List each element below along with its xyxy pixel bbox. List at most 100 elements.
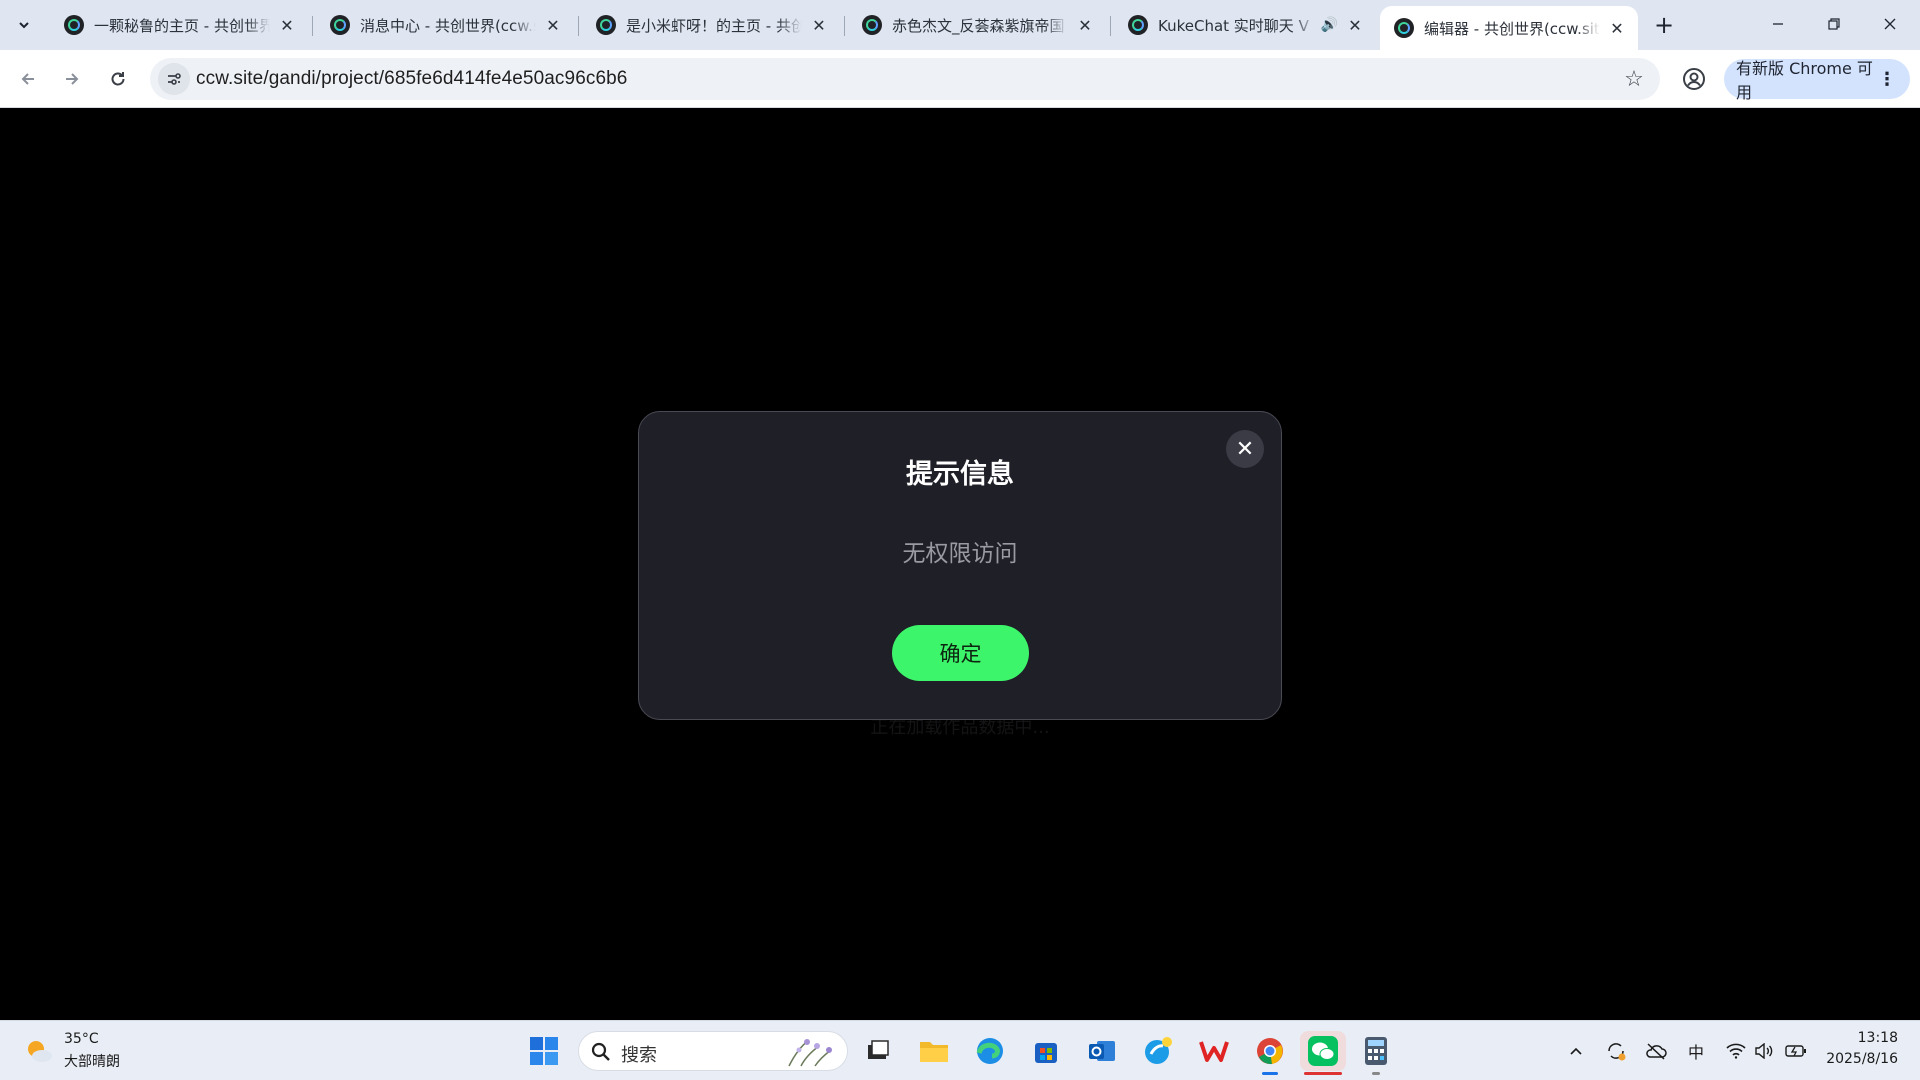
start-button[interactable] <box>524 1031 564 1071</box>
ccw-favicon-icon <box>1128 15 1148 35</box>
plus-icon: + <box>1653 11 1675 39</box>
chrome-update-button[interactable]: 有新版 Chrome 可用 ⋮ <box>1724 59 1910 102</box>
folder-icon <box>920 1042 948 1062</box>
search-label: 搜索 <box>621 1045 657 1066</box>
ime-indicator[interactable]: 中 <box>1682 1037 1710 1065</box>
alert-dialog: 提示信息 ✕ 无权限访问 确定 <box>638 411 1282 720</box>
outlook-button[interactable] <box>1082 1031 1122 1071</box>
battery-charging-icon <box>1785 1045 1806 1057</box>
tab-title: 是小米虾呀！的主页 - 共创世界 <box>626 14 802 36</box>
close-window-button[interactable] <box>1862 0 1918 48</box>
sync-icon <box>1608 1043 1626 1061</box>
weather-description: 大部晴朗 <box>64 1054 120 1070</box>
tab-separator <box>578 16 579 36</box>
clock-date[interactable]: 2025/8/16 <box>1826 1051 1898 1067</box>
close-icon: ✕ <box>1235 436 1255 462</box>
running-indicator <box>1372 1072 1380 1075</box>
ccw-favicon-icon <box>596 15 616 35</box>
browser-tab-active[interactable]: 编辑器 - 共创世界(ccw.site) ✕ <box>1380 6 1638 50</box>
tab-search-button[interactable] <box>8 9 40 41</box>
browser-tab[interactable]: KukeChat 实时聊天 V 🔊 ✕ <box>1114 8 1376 42</box>
close-icon[interactable]: ✕ <box>1606 17 1628 39</box>
calculator-button[interactable] <box>1356 1031 1396 1075</box>
tab-title: 消息中心 - 共创世界(ccw.site) <box>360 14 536 36</box>
tab-title: 编辑器 - 共创世界(ccw.site) <box>1424 17 1600 39</box>
outlook-icon <box>1089 1041 1115 1061</box>
task-view-icon <box>868 1040 889 1059</box>
sync-tray-button[interactable] <box>1602 1037 1630 1065</box>
taskbar-search[interactable]: 搜索 <box>578 1031 848 1071</box>
ccw-favicon-icon <box>1394 18 1414 38</box>
page-content: 正在加载作品数据中... 提示信息 ✕ 无权限访问 确定 <box>0 109 1920 1020</box>
site-info-button[interactable] <box>158 63 190 95</box>
wps-button[interactable] <box>1194 1031 1234 1071</box>
edge-button[interactable] <box>970 1031 1010 1071</box>
clock-time[interactable]: 13:18 <box>1858 1030 1898 1046</box>
account-icon <box>1683 68 1705 90</box>
wps-icon <box>1199 1041 1229 1062</box>
tray-overflow-button[interactable] <box>1562 1037 1590 1065</box>
ccw-favicon-icon <box>64 15 84 35</box>
dialog-close-button[interactable]: ✕ <box>1226 430 1264 468</box>
close-icon[interactable]: ✕ <box>276 14 298 36</box>
qq-browser-button[interactable] <box>1138 1031 1178 1071</box>
new-tab-button[interactable]: + <box>1648 9 1680 41</box>
ccw-favicon-icon <box>330 15 350 35</box>
minimize-icon <box>1773 23 1783 25</box>
edge-icon <box>976 1038 1003 1064</box>
windows-taskbar: 35°C 大部晴朗 搜索 中 13:18 2025/8/16 <box>0 1020 1920 1080</box>
bookmark-star-icon[interactable]: ☆ <box>1620 65 1648 93</box>
url-text[interactable]: ccw.site/gandi/project/685fe6d414fe4e50a… <box>196 68 627 90</box>
arrow-left-icon <box>21 73 34 85</box>
minimize-button[interactable] <box>1750 0 1806 48</box>
arrow-right-icon <box>66 73 79 85</box>
ccw-favicon-icon <box>862 15 882 35</box>
restore-button[interactable] <box>1806 0 1862 48</box>
reload-button[interactable] <box>100 61 136 97</box>
close-icon[interactable]: ✕ <box>542 14 564 36</box>
tab-separator <box>312 16 313 36</box>
more-vert-icon[interactable]: ⋮ <box>1878 69 1896 90</box>
task-view-button[interactable] <box>858 1031 898 1071</box>
browser-app-icon <box>1145 1037 1172 1064</box>
address-bar[interactable]: ccw.site/gandi/project/685fe6d414fe4e50a… <box>150 58 1660 100</box>
tab-title: 一颗秘鲁的主页 - 共创世界 <box>94 14 270 36</box>
running-indicator <box>1304 1072 1342 1075</box>
tune-icon <box>168 73 181 85</box>
wechat-icon <box>1308 1036 1338 1066</box>
confirm-button[interactable]: 确定 <box>892 625 1029 681</box>
browser-tab[interactable]: 赤色杰文_反荟森紫旗帝国 ✕ <box>848 8 1106 42</box>
partly-sunny-icon <box>28 1041 52 1062</box>
wechat-button[interactable] <box>1300 1031 1346 1075</box>
battery-tray-button[interactable] <box>1782 1037 1810 1065</box>
calculator-icon <box>1365 1037 1387 1065</box>
chevron-up-icon <box>1570 1047 1582 1055</box>
chrome-icon <box>1257 1038 1283 1065</box>
close-icon[interactable]: ✕ <box>1344 14 1366 36</box>
browser-toolbar: ccw.site/gandi/project/685fe6d414fe4e50a… <box>0 50 1920 108</box>
tab-separator <box>1110 16 1111 36</box>
close-icon <box>1884 18 1896 30</box>
browser-tab[interactable]: 消息中心 - 共创世界(ccw.site) ✕ <box>316 8 574 42</box>
file-explorer-button[interactable] <box>914 1031 954 1071</box>
wifi-tray-button[interactable] <box>1722 1037 1750 1065</box>
forward-button[interactable] <box>54 61 90 97</box>
profile-button[interactable] <box>1676 61 1712 97</box>
store-button[interactable] <box>1026 1031 1066 1071</box>
close-icon[interactable]: ✕ <box>1074 14 1096 36</box>
browser-tab[interactable]: 一颗秘鲁的主页 - 共创世界 ✕ <box>50 8 308 42</box>
browser-tab[interactable]: 是小米虾呀！的主页 - 共创世界 ✕ <box>582 8 840 42</box>
store-icon <box>1035 1043 1057 1063</box>
speaker-icon[interactable]: 🔊 <box>1321 17 1338 33</box>
volume-icon <box>1755 1043 1773 1059</box>
back-button[interactable] <box>10 61 46 97</box>
cloud-off-icon <box>1646 1043 1667 1060</box>
wifi-icon <box>1726 1043 1746 1059</box>
weather-widget[interactable] <box>24 1036 54 1066</box>
chrome-button[interactable] <box>1250 1031 1290 1075</box>
close-icon[interactable]: ✕ <box>808 14 830 36</box>
update-label: 有新版 Chrome 可用 <box>1736 59 1873 102</box>
onedrive-tray-button[interactable] <box>1642 1037 1670 1065</box>
volume-tray-button[interactable] <box>1750 1037 1778 1065</box>
running-indicator <box>1262 1072 1278 1075</box>
